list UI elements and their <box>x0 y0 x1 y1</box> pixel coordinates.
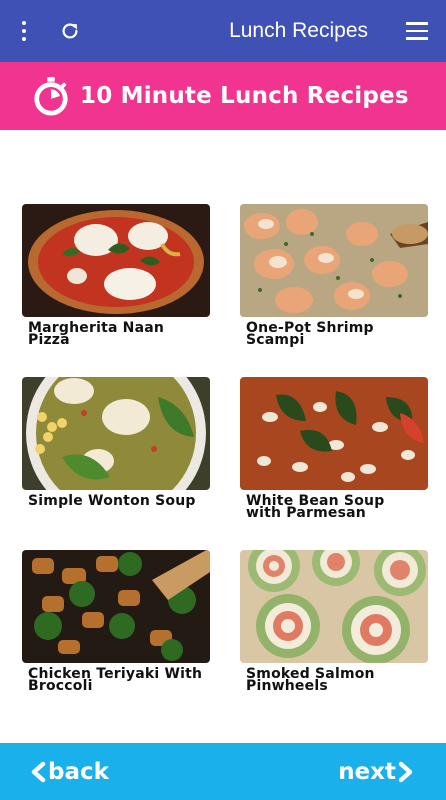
recipe-name: One-Pot Shrimp Scampi <box>246 320 374 348</box>
recipe-card-chicken-teriyaki-with-broccoli[interactable]: Chicken Teriyaki With Broccoli <box>22 550 210 694</box>
recipe-card-smoked-salmon-pinwheels[interactable]: Smoked Salmon Pinwheels <box>240 550 428 694</box>
chevron-right-icon <box>398 761 413 782</box>
back-button[interactable]: back <box>30 743 109 800</box>
recipe-image <box>240 377 428 490</box>
recipe-image <box>22 377 210 490</box>
banner-title: 10 Minute Lunch Recipes <box>80 83 409 109</box>
hamburger-menu-icon[interactable] <box>402 0 432 62</box>
recipe-image <box>240 550 428 663</box>
back-label: back <box>48 758 109 785</box>
recipe-name: Chicken Teriyaki With Broccoli <box>28 666 203 694</box>
recipe-name: Simple Wonton Soup <box>28 493 196 509</box>
recipe-card-one-pot-shrimp-scampi[interactable]: One-Pot Shrimp Scampi <box>240 204 428 348</box>
category-banner: 10 Minute Lunch Recipes <box>0 62 446 130</box>
refresh-icon[interactable] <box>54 0 86 62</box>
next-label: next <box>338 758 396 785</box>
recipe-card-white-bean-soup-with-parmesan[interactable]: White Bean Soup with Parmesan <box>240 377 428 521</box>
recipe-image <box>240 204 428 317</box>
stopwatch-icon <box>34 77 68 116</box>
chevron-left-icon <box>31 761 46 782</box>
recipe-card-simple-wonton-soup[interactable]: Simple Wonton Soup <box>22 377 210 509</box>
recipe-card-margherita-naan-pizza[interactable]: Margherita Naan Pizza <box>22 204 210 348</box>
app-bar: Lunch Recipes <box>0 0 446 62</box>
recipe-name: White Bean Soup with Parmesan <box>246 493 385 521</box>
next-button[interactable]: next <box>338 743 414 800</box>
recipe-name: Margherita Naan Pizza <box>28 320 165 348</box>
recipe-image <box>22 204 210 317</box>
more-vert-icon[interactable] <box>10 0 38 62</box>
recipe-image <box>22 550 210 663</box>
app-title: Lunch Recipes <box>229 19 368 42</box>
recipe-name: Smoked Salmon Pinwheels <box>246 666 375 694</box>
footer-nav: back next <box>0 743 446 800</box>
